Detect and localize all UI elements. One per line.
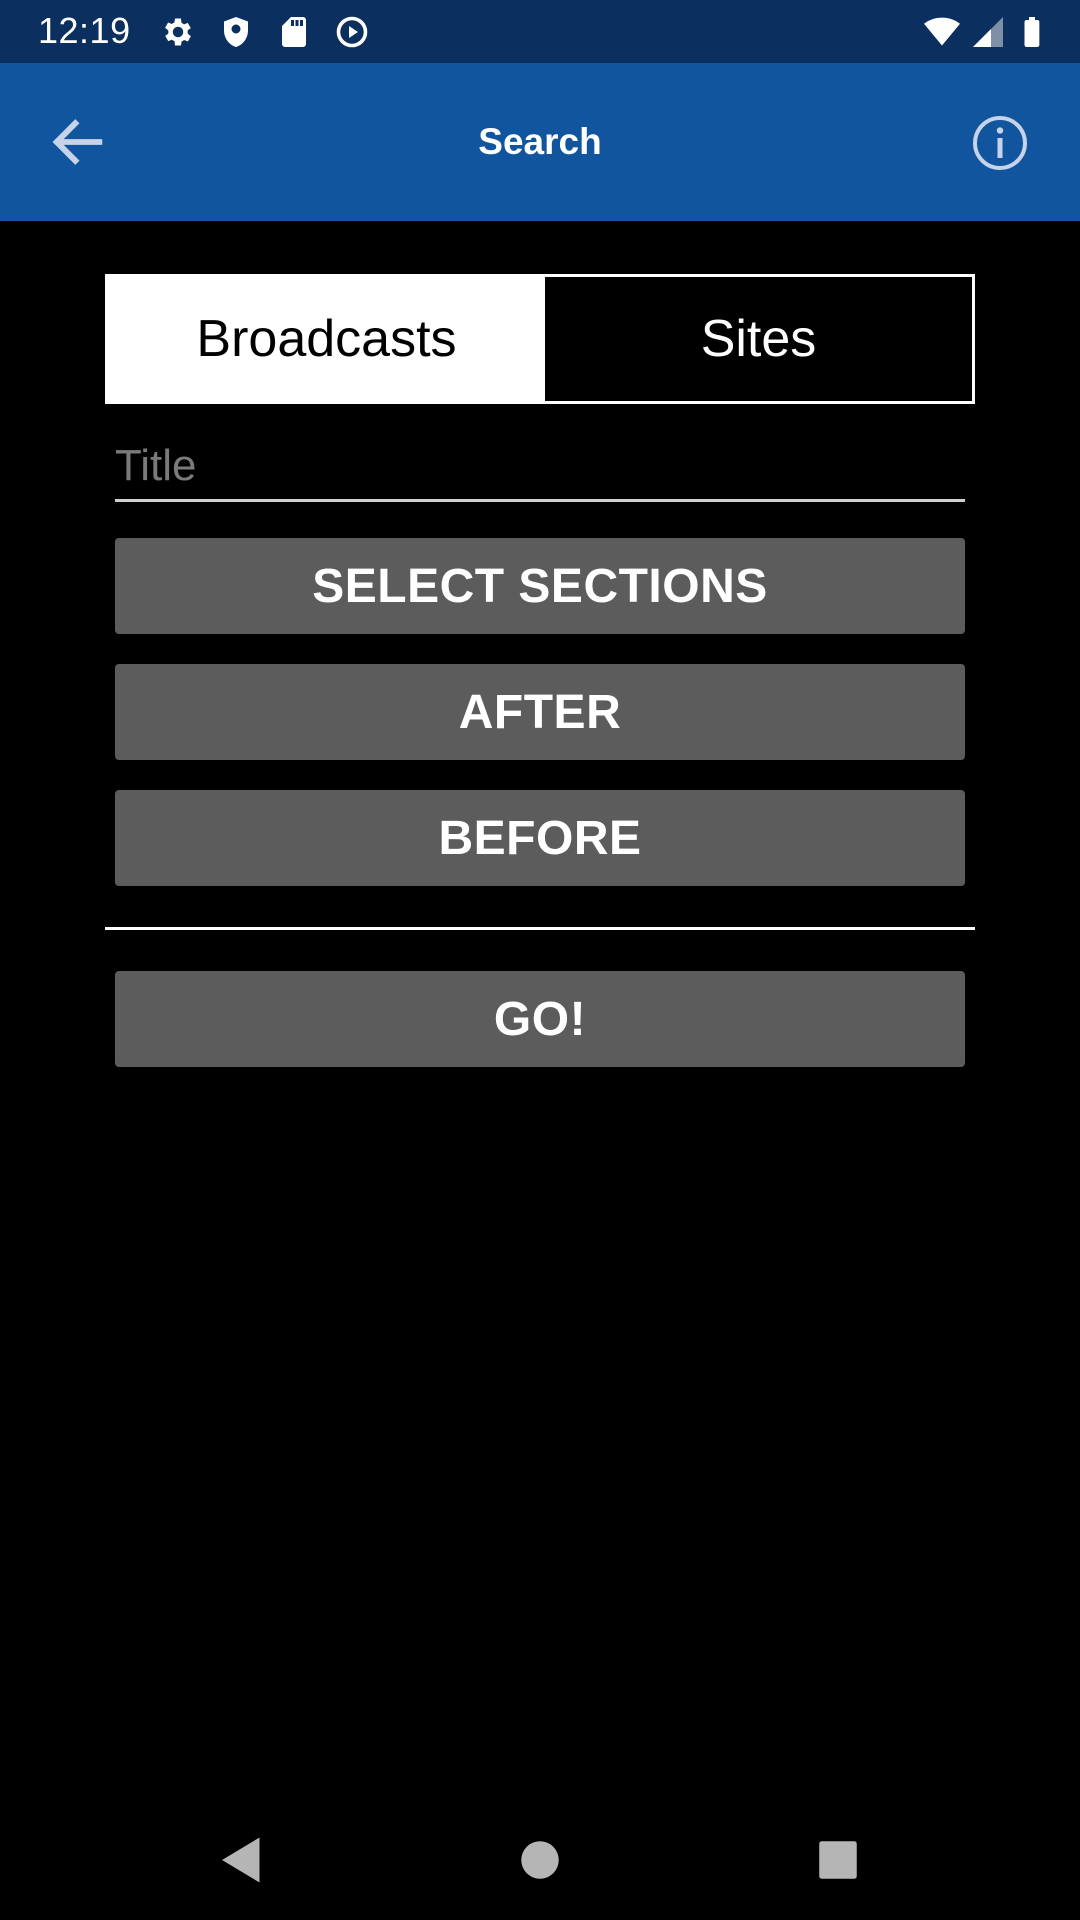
title-input[interactable] [115, 432, 965, 499]
before-button[interactable]: BEFORE [115, 790, 965, 886]
nav-home-button[interactable] [510, 1830, 570, 1890]
system-nav-bar [0, 1800, 1080, 1920]
back-triangle-icon [222, 1837, 260, 1883]
cell-signal-icon [970, 14, 1006, 50]
recents-square-icon [819, 1841, 857, 1879]
after-button[interactable]: AFTER [115, 664, 965, 760]
select-sections-button[interactable]: SELECT SECTIONS [115, 538, 965, 634]
sd-card-icon [276, 14, 312, 50]
status-bar: 12:19 [0, 0, 1080, 63]
battery-icon [1014, 14, 1050, 50]
title-field [115, 432, 965, 502]
play-circle-icon [334, 14, 370, 50]
gear-icon [160, 14, 196, 50]
tab-sites[interactable]: Sites [545, 277, 972, 401]
search-screen: 12:19 Search Broadcasts Sites Title SELE… [0, 0, 1080, 1920]
shield-icon [218, 14, 254, 50]
wifi-icon [920, 14, 964, 50]
info-circle-icon [973, 116, 1027, 170]
nav-recents-button[interactable] [808, 1830, 868, 1890]
divider [105, 927, 975, 930]
nav-back-button[interactable] [212, 1830, 272, 1890]
info-button[interactable] [970, 113, 1030, 173]
app-bar: Search [0, 63, 1080, 221]
status-time: 12:19 [38, 10, 131, 51]
home-circle-icon [521, 1841, 559, 1879]
search-type-tabs: Broadcasts Sites [105, 274, 975, 404]
page-title: Search [478, 121, 602, 162]
tab-broadcasts[interactable]: Broadcasts [108, 277, 545, 401]
go-button[interactable]: GO! [115, 971, 965, 1067]
